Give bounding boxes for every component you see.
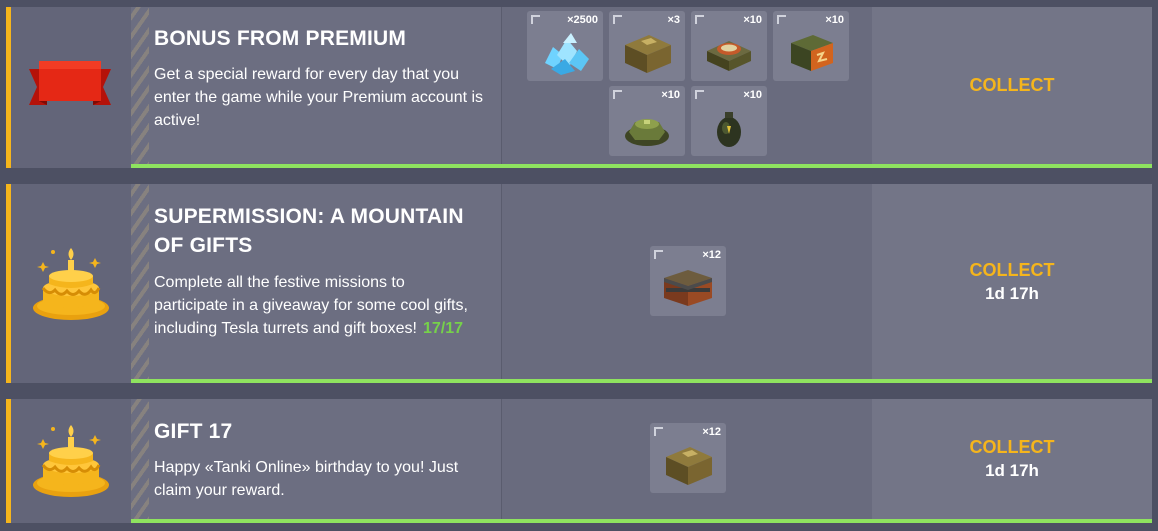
repair-kit-icon bbox=[707, 41, 751, 71]
mission-progress-bar bbox=[131, 519, 1152, 523]
collect-button[interactable]: COLLECT bbox=[872, 75, 1152, 96]
crystals-icon bbox=[545, 33, 589, 75]
grenade-icon bbox=[717, 112, 741, 147]
supply-box-icon bbox=[625, 35, 671, 73]
birthday-cake-icon bbox=[31, 246, 111, 322]
mission-description-text: Complete all the festive missions to par… bbox=[154, 274, 468, 337]
reward-item-supply-box[interactable]: ×12 bbox=[650, 423, 726, 493]
mission-icon-cell bbox=[11, 399, 131, 523]
mission-description: Happy «Tanki Online» birthday to you! Ju… bbox=[154, 459, 459, 499]
mission-title: BONUS FROM PREMIUM bbox=[154, 27, 407, 50]
time-remaining: 1d 17h bbox=[985, 461, 1039, 480]
action-cell[interactable]: COLLECT 1d 17h bbox=[872, 184, 1152, 383]
mission-title: SUPERMISSION: A MOUNTAIN OF GIFTS bbox=[154, 205, 464, 257]
mission-icon-cell bbox=[11, 184, 131, 383]
collect-button[interactable]: COLLECT bbox=[872, 260, 1152, 281]
mission-text-cell: SUPERMISSION: A MOUNTAIN OF GIFTS Comple… bbox=[131, 184, 502, 383]
mission-progress-text: 17/17 bbox=[422, 320, 464, 337]
mine-icon bbox=[625, 119, 669, 146]
reward-item-double-damage[interactable]: ×10 bbox=[773, 11, 849, 81]
hazard-stripes bbox=[131, 399, 149, 523]
action-cell[interactable]: COLLECT 1d 17h bbox=[872, 399, 1152, 523]
mission-row-supermission: SUPERMISSION: A MOUNTAIN OF GIFTS Comple… bbox=[0, 184, 1158, 383]
reward-cell: ×12 bbox=[502, 184, 872, 383]
mission-row-premium: BONUS FROM PREMIUM Get a special reward … bbox=[0, 7, 1158, 168]
reward-item-gold-grenade[interactable]: ×10 bbox=[691, 86, 767, 156]
mission-row-gift: GIFT 17 Happy «Tanki Online» birthday to… bbox=[0, 399, 1158, 523]
hazard-stripes bbox=[131, 184, 149, 383]
mission-title: GIFT 17 bbox=[154, 420, 233, 443]
double-damage-icon bbox=[791, 35, 833, 71]
time-remaining: 1d 17h bbox=[985, 284, 1039, 303]
hazard-stripes bbox=[131, 7, 149, 168]
birthday-cake-icon bbox=[31, 423, 111, 499]
reward-item-supply-box[interactable]: ×3 bbox=[609, 11, 685, 81]
mission-progress-bar bbox=[131, 379, 1152, 383]
mission-description: Get a special reward for every day that … bbox=[154, 66, 484, 129]
reward-item-mine[interactable]: ×10 bbox=[609, 86, 685, 156]
mission-text-cell: GIFT 17 Happy «Tanki Online» birthday to… bbox=[131, 399, 502, 523]
reward-item-container[interactable]: ×12 bbox=[650, 246, 726, 316]
container-icon bbox=[664, 270, 712, 306]
ribbon-icon bbox=[29, 61, 111, 105]
reward-item-repair-kit[interactable]: ×10 bbox=[691, 11, 767, 81]
mission-description: Complete all the festive missions to par… bbox=[154, 271, 474, 340]
mission-progress-bar bbox=[131, 164, 1152, 168]
action-cell[interactable]: COLLECT bbox=[872, 7, 1152, 168]
reward-cell: ×2500 ×3 ×10 ×10 ×10 ×10 bbox=[502, 7, 872, 168]
mission-icon-cell bbox=[11, 7, 131, 168]
mission-text-cell: BONUS FROM PREMIUM Get a special reward … bbox=[131, 7, 502, 168]
reward-item-crystals[interactable]: ×2500 bbox=[527, 11, 603, 81]
supply-box-icon bbox=[666, 447, 712, 485]
collect-button[interactable]: COLLECT bbox=[872, 437, 1152, 458]
reward-cell: ×12 bbox=[502, 399, 872, 523]
